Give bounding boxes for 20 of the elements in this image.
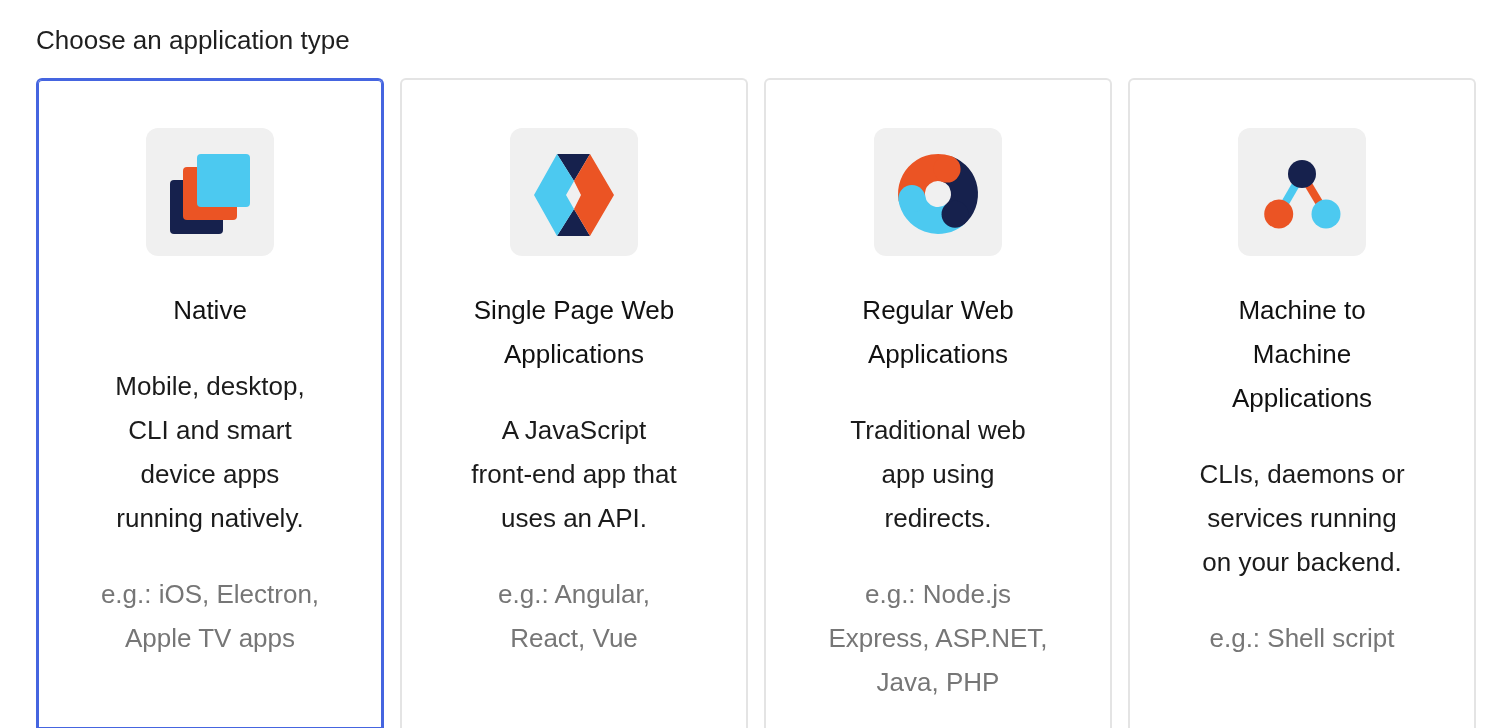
card-title: Native bbox=[172, 294, 248, 327]
application-type-card[interactable]: Single Page Web Applications A JavaScript front-end app that uses an API. e.g.: Angular, React, Vue bbox=[400, 78, 748, 728]
application-type-card[interactable]: Regular Web Applications Traditional web app using redirects. e.g.: Node.js Express, ASP.NET, Java, PHP bbox=[764, 78, 1112, 728]
application-type-card[interactable]: Machine to Machine Applications CLIs, daemons or services running on your backend. e.g.: Shell script bbox=[1128, 78, 1476, 728]
card-examples: e.g.: Shell script bbox=[1208, 622, 1396, 655]
stacked-squares-icon bbox=[146, 128, 274, 256]
card-examples: e.g.: Angular, React, Vue bbox=[497, 578, 651, 655]
card-description: CLIs, daemons or services running on your backend. bbox=[1198, 458, 1406, 579]
card-description: Traditional web app using redirects. bbox=[849, 414, 1027, 535]
section-heading: Choose an application type bbox=[36, 24, 350, 57]
card-description: Mobile, desktop, CLI and smart device apps running natively. bbox=[114, 370, 306, 535]
card-title: Regular Web Applications bbox=[861, 294, 1015, 371]
ring-icon bbox=[874, 128, 1002, 256]
application-type-card[interactable]: Native Mobile, desktop, CLI and smart device apps running natively. e.g.: iOS, Electron, Apple TV apps bbox=[36, 78, 384, 728]
connected-nodes-icon bbox=[1238, 128, 1366, 256]
card-examples: e.g.: Node.js Express, ASP.NET, Java, PHP bbox=[827, 578, 1049, 699]
card-examples: e.g.: iOS, Electron, Apple TV apps bbox=[99, 578, 321, 655]
card-title: Machine to Machine Applications bbox=[1230, 294, 1374, 415]
card-description: A JavaScript front-end app that uses an API. bbox=[470, 414, 678, 535]
card-title: Single Page Web Applications bbox=[472, 294, 676, 371]
